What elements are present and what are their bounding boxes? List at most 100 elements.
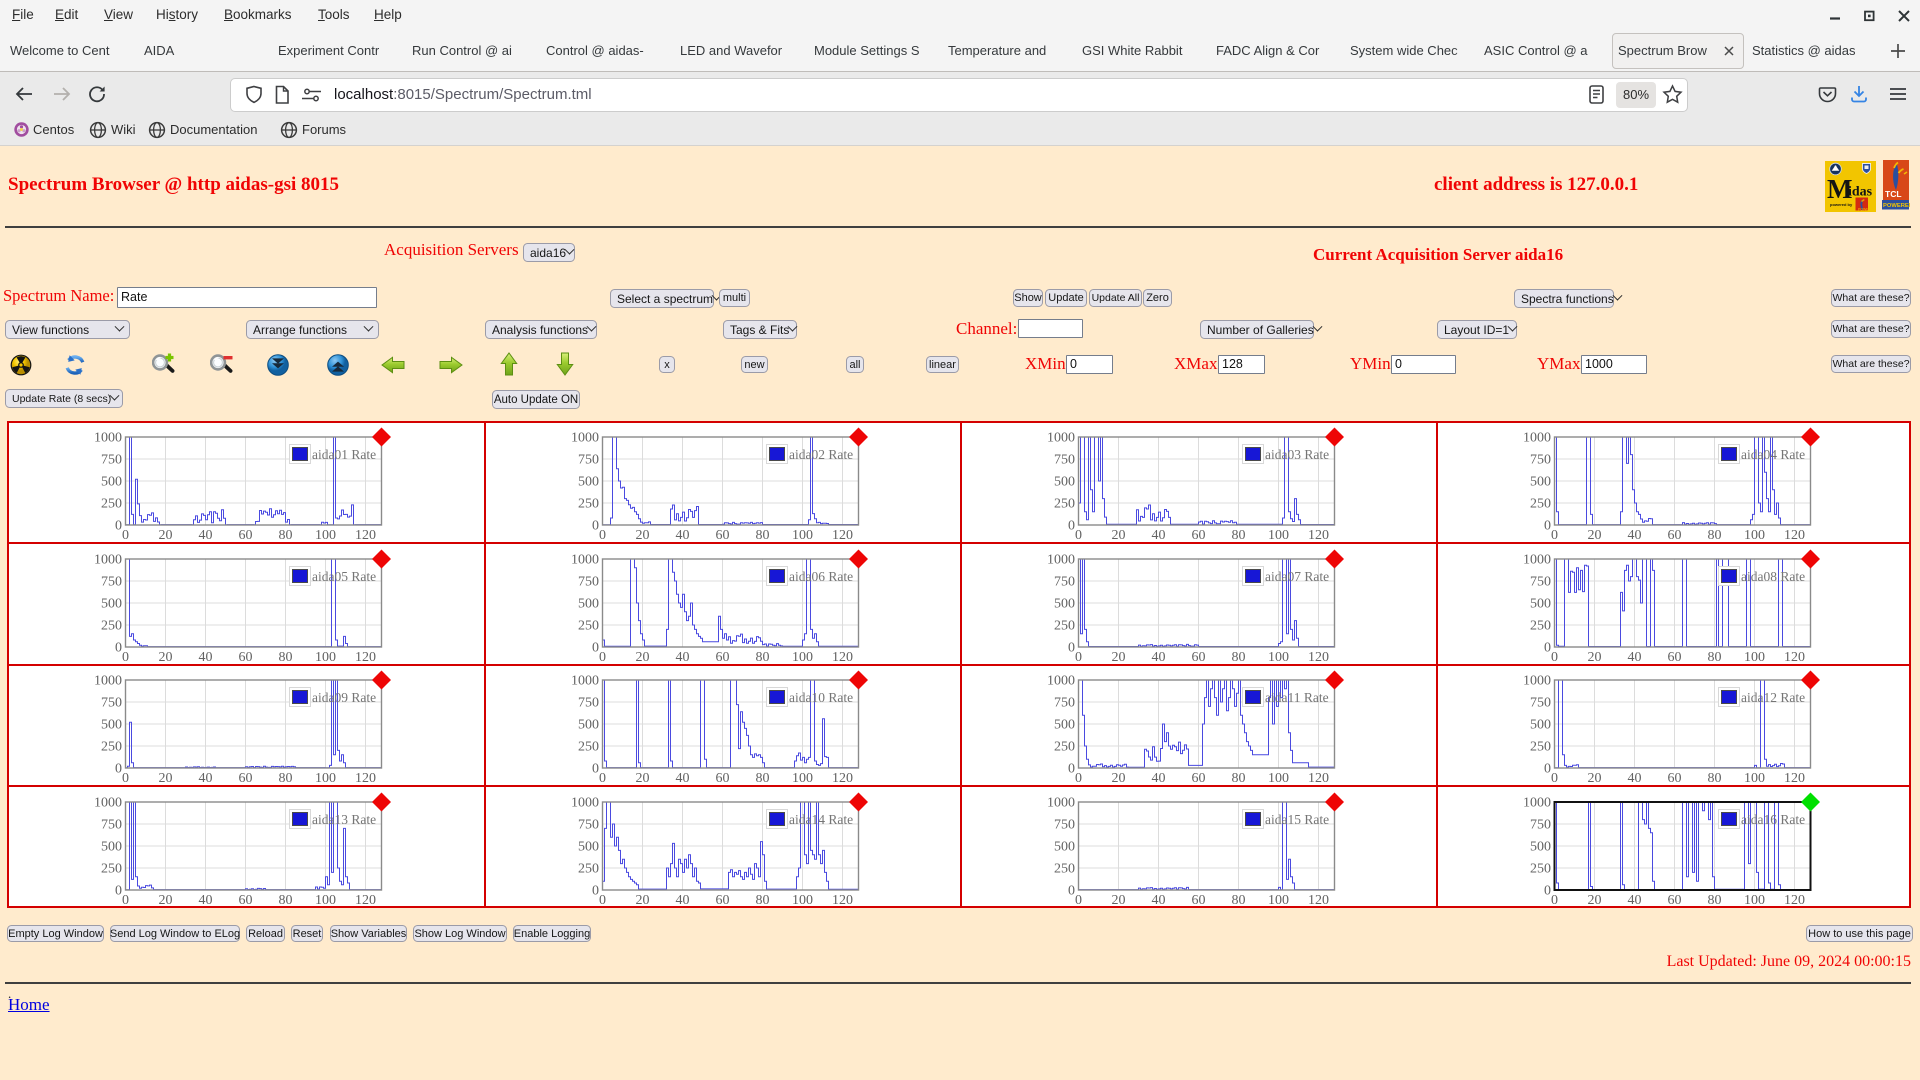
svg-text:1000: 1000 [94,795,122,810]
svg-text:20: 20 [1112,771,1126,786]
svg-text:20: 20 [159,650,173,665]
svg-text:40: 40 [676,893,690,908]
svg-text:100: 100 [792,771,813,786]
svg-text:20: 20 [1112,650,1126,665]
svg-text:750: 750 [578,817,599,832]
svg-text:40: 40 [1152,650,1166,665]
svg-text:1000: 1000 [94,674,122,689]
svg-text:1000: 1000 [1047,795,1075,810]
svg-text:20: 20 [1112,893,1126,908]
svg-text:250: 250 [1530,861,1551,876]
svg-text:100: 100 [1268,650,1289,665]
svg-text:750: 750 [1530,574,1551,589]
svg-text:80: 80 [1708,650,1722,665]
svg-text:0: 0 [1075,528,1082,543]
svg-text:60: 60 [716,650,730,665]
svg-text:0: 0 [599,771,606,786]
svg-text:0: 0 [592,762,599,777]
svg-text:20: 20 [159,893,173,908]
svg-text:aida04 Rate: aida04 Rate [1741,447,1805,462]
svg-text:0: 0 [122,771,129,786]
svg-text:120: 120 [832,528,853,543]
svg-text:0: 0 [115,883,122,898]
svg-text:750: 750 [1530,696,1551,711]
svg-text:750: 750 [101,696,122,711]
svg-text:aida14 Rate: aida14 Rate [789,812,853,827]
svg-text:100: 100 [1744,650,1765,665]
svg-text:80: 80 [1708,893,1722,908]
svg-text:500: 500 [578,718,599,733]
svg-text:80: 80 [279,650,293,665]
svg-text:TCL: TCL [1885,189,1902,199]
svg-text:0: 0 [1075,650,1082,665]
svg-text:40: 40 [1628,650,1642,665]
svg-text:750: 750 [1054,574,1075,589]
svg-text:20: 20 [636,528,650,543]
svg-text:250: 250 [101,618,122,633]
svg-text:0: 0 [1551,771,1558,786]
svg-text:0: 0 [1544,640,1551,655]
svg-text:0: 0 [599,893,606,908]
svg-text:60: 60 [239,893,253,908]
svg-text:100: 100 [1744,528,1765,543]
svg-text:250: 250 [1530,740,1551,755]
svg-text:120: 120 [355,650,376,665]
svg-text:120: 120 [1308,650,1329,665]
svg-text:aida13 Rate: aida13 Rate [312,812,376,827]
svg-text:750: 750 [578,453,599,468]
svg-text:100: 100 [1268,893,1289,908]
svg-text:1000: 1000 [571,431,599,446]
svg-text:250: 250 [1530,497,1551,512]
svg-text:120: 120 [355,528,376,543]
svg-text:0: 0 [599,650,606,665]
svg-text:POWERED: POWERED [1883,203,1910,209]
svg-text:100: 100 [315,771,336,786]
svg-text:1000: 1000 [1047,552,1075,567]
svg-text:500: 500 [101,839,122,854]
svg-text:1000: 1000 [94,552,122,567]
svg-text:0: 0 [115,762,122,777]
svg-text:0: 0 [122,650,129,665]
svg-text:20: 20 [636,771,650,786]
svg-text:aida11 Rate: aida11 Rate [1265,690,1329,705]
svg-text:0: 0 [115,519,122,534]
svg-text:20: 20 [1588,771,1602,786]
svg-text:1000: 1000 [571,795,599,810]
svg-text:100: 100 [1268,771,1289,786]
svg-text:60: 60 [239,650,253,665]
svg-text:60: 60 [716,771,730,786]
svg-text:1000: 1000 [1523,552,1551,567]
svg-text:1000: 1000 [571,674,599,689]
svg-text:60: 60 [1668,650,1682,665]
svg-text:500: 500 [578,839,599,854]
svg-text:40: 40 [1628,771,1642,786]
svg-text:250: 250 [101,740,122,755]
svg-text:0: 0 [1544,762,1551,777]
svg-text:750: 750 [1054,453,1075,468]
svg-text:750: 750 [101,817,122,832]
svg-text:0: 0 [1075,771,1082,786]
svg-text:500: 500 [1054,718,1075,733]
svg-text:100: 100 [1268,528,1289,543]
svg-text:powered by: powered by [1830,202,1853,207]
svg-text:0: 0 [1075,893,1082,908]
svg-text:40: 40 [199,771,213,786]
svg-text:250: 250 [578,497,599,512]
svg-text:120: 120 [355,893,376,908]
svg-text:40: 40 [1628,893,1642,908]
svg-text:250: 250 [101,497,122,512]
svg-text:60: 60 [1668,893,1682,908]
svg-text:750: 750 [1054,696,1075,711]
svg-text:80: 80 [756,893,770,908]
svg-text:1000: 1000 [1523,431,1551,446]
svg-text:80: 80 [1708,771,1722,786]
svg-text:250: 250 [101,861,122,876]
svg-text:100: 100 [792,650,813,665]
svg-text:500: 500 [101,475,122,490]
svg-text:0: 0 [599,528,606,543]
svg-text:0: 0 [1544,519,1551,534]
svg-text:aida03 Rate: aida03 Rate [1265,447,1329,462]
svg-text:60: 60 [239,771,253,786]
svg-text:250: 250 [1054,618,1075,633]
svg-text:60: 60 [239,528,253,543]
